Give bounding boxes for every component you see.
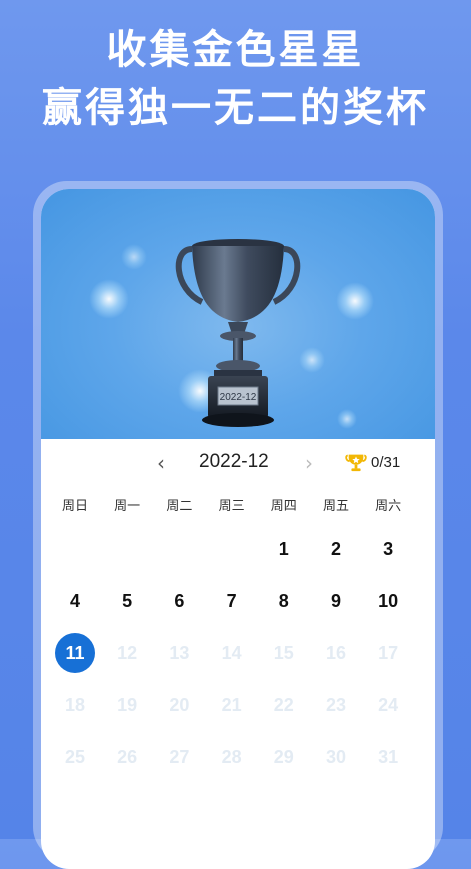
day-cell[interactable]: 4 — [55, 581, 95, 621]
trophy-count-text: 0/31 — [371, 453, 401, 471]
headline-line1: 收集金色星星 — [106, 27, 365, 73]
weekday-label: 周五 — [322, 499, 349, 514]
weekday-label: 周一 — [114, 499, 141, 514]
day-cell[interactable]: 12 — [107, 633, 147, 673]
day-cell[interactable]: 23 — [316, 685, 356, 725]
day-cell[interactable]: 27 — [159, 737, 199, 777]
month-controls: ‹ 2022-12 › 0/31 — [41, 439, 435, 489]
headline-line2: 赢得独一无二的奖杯 — [42, 85, 429, 131]
weekday-label: 周四 — [270, 499, 297, 514]
day-cell[interactable]: 3 — [368, 529, 408, 569]
calendar-card: 2022-12 ‹ 2022-12 › 0/31 周日 周一 周二 周三 周四 周五 周六 … — [41, 189, 435, 869]
chevron-right-icon[interactable]: › — [305, 451, 313, 475]
day-cell[interactable]: 29 — [264, 737, 304, 777]
day-cell[interactable]: 19 — [107, 685, 147, 725]
trophy-counter: 0/31 — [345, 451, 400, 473]
day-cell[interactable]: 8 — [264, 581, 304, 621]
weekday-label: 周六 — [375, 499, 402, 514]
day-cell[interactable]: 25 — [55, 737, 95, 777]
weekday-label: 周二 — [166, 499, 193, 514]
day-cell[interactable]: 26 — [107, 737, 147, 777]
day-cell[interactable]: 5 — [107, 581, 147, 621]
day-cell[interactable]: 28 — [212, 737, 252, 777]
month-label: 2022-12 — [199, 451, 269, 472]
sparkle — [89, 279, 129, 319]
day-cell[interactable]: 22 — [264, 685, 304, 725]
day-cell[interactable]: 18 — [55, 685, 95, 725]
day-cell[interactable]: 6 — [159, 581, 199, 621]
day-cell[interactable]: 24 — [368, 685, 408, 725]
sparkle — [337, 409, 357, 429]
trophy-plaque-label: 2022-12 — [220, 392, 257, 403]
day-cell[interactable]: 21 — [212, 685, 252, 725]
day-cell[interactable]: 10 — [368, 581, 408, 621]
day-cell[interactable]: 15 — [264, 633, 304, 673]
day-cell[interactable]: 1 — [264, 529, 304, 569]
day-cell[interactable]: 17 — [368, 633, 408, 673]
day-cell[interactable]: 31 — [368, 737, 408, 777]
trophy-hero: 2022-12 — [41, 189, 435, 439]
day-cell[interactable]: 13 — [159, 633, 199, 673]
day-cell[interactable]: 20 — [159, 685, 199, 725]
trophy-icon: 2022-12 — [175, 239, 301, 427]
chevron-left-icon[interactable]: ‹ — [157, 451, 165, 475]
trophy-small-icon — [345, 454, 367, 472]
weekday-header: 周日 周一 周二 周三 周四 周五 周六 — [41, 495, 435, 521]
sparkle — [121, 244, 147, 270]
day-cell[interactable]: 14 — [212, 633, 252, 673]
day-cell-today[interactable]: 11 — [55, 633, 95, 673]
sparkle — [336, 282, 374, 320]
day-cell[interactable]: 7 — [212, 581, 252, 621]
weekday-label: 周日 — [61, 499, 88, 514]
day-cell[interactable]: 2 — [316, 529, 356, 569]
day-cell[interactable]: 9 — [316, 581, 356, 621]
day-cell[interactable]: 30 — [316, 737, 356, 777]
day-cell[interactable]: 16 — [316, 633, 356, 673]
weekday-label: 周三 — [218, 499, 245, 514]
